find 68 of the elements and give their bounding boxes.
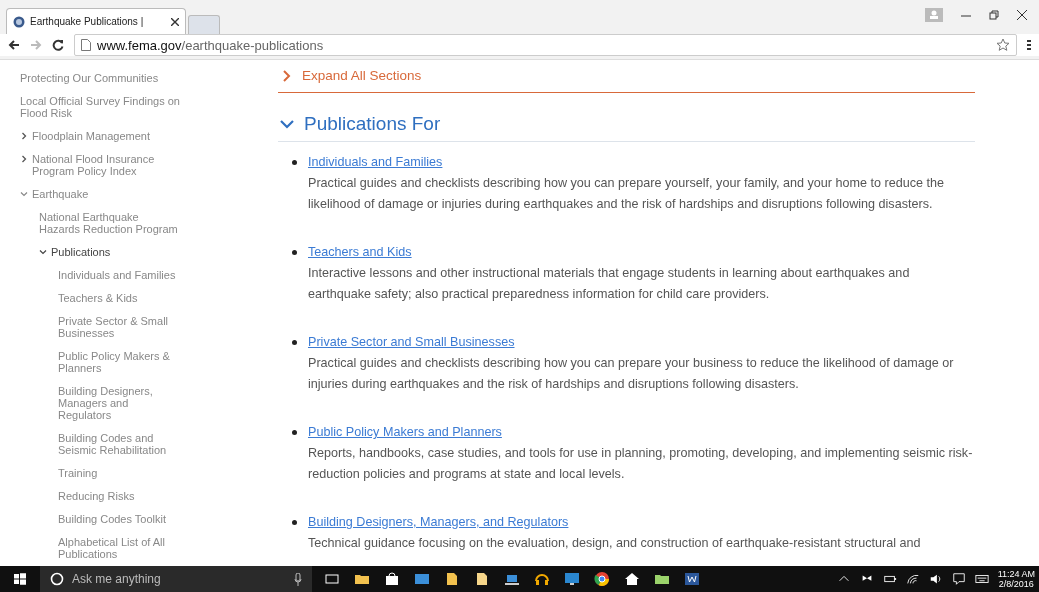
publication-description: Practical guides and checklists describing how you can prepare your business to reduce the likelihood of damage or injuries during earthquakes and the risk of hardships and disruptions following disasters. bbox=[308, 355, 955, 393]
bullet-icon bbox=[292, 430, 297, 435]
restore-icon[interactable] bbox=[989, 10, 999, 20]
bullet-icon bbox=[292, 160, 297, 165]
store-icon[interactable] bbox=[384, 571, 400, 587]
publication-link[interactable]: Teachers and Kids bbox=[308, 242, 412, 263]
bullet-icon bbox=[292, 340, 297, 345]
publication-link[interactable]: Building Designers, Managers, and Regulators bbox=[308, 512, 569, 533]
notification-icon[interactable] bbox=[951, 571, 966, 587]
sidebar-item[interactable]: National Earthquake Hazards Reduction Program bbox=[39, 211, 182, 235]
address-bar[interactable]: www.fema.gov/earthquake-publications bbox=[74, 34, 1017, 56]
sidebar-item[interactable]: Teachers & Kids bbox=[58, 292, 182, 304]
picture-frame-icon[interactable] bbox=[414, 571, 430, 587]
sidebar-item[interactable]: Publications bbox=[39, 246, 182, 258]
sidebar-item[interactable]: Floodplain Management bbox=[20, 130, 182, 142]
circle-icon bbox=[50, 572, 64, 586]
publication-link[interactable]: Private Sector and Small Businesses bbox=[308, 332, 515, 353]
chrome-icon[interactable] bbox=[594, 571, 610, 587]
sidebar-item[interactable]: Local Official Survey Findings on Flood Risk bbox=[20, 95, 182, 119]
sidebar-item[interactable]: Public Policy Makers & Planners bbox=[58, 350, 182, 374]
bullet-icon bbox=[292, 520, 297, 525]
sidebar-item[interactable]: Individuals and Families bbox=[58, 269, 182, 281]
sidebar-item[interactable]: Training bbox=[58, 467, 182, 479]
url-text: www.fema.gov/earthquake-publications bbox=[97, 37, 325, 53]
publication-link[interactable]: Individuals and Families bbox=[308, 152, 443, 173]
chevron-down-icon bbox=[39, 248, 47, 256]
clock[interactable]: 11:24 AM 2/8/2016 bbox=[997, 569, 1035, 589]
task-view-icon[interactable] bbox=[324, 571, 340, 587]
sidebar-item[interactable]: National Flood Insurance Program Policy Index bbox=[20, 153, 182, 177]
house-icon[interactable] bbox=[624, 571, 640, 587]
publication-description: Interactive lessons and other instructional materials that engage students in learning about earthquakes and earthquake safety; also practical preparedness information for child care providers. bbox=[308, 265, 911, 303]
chevron-right-icon bbox=[20, 155, 28, 163]
publication-link[interactable]: Public Policy Makers and Planners bbox=[308, 422, 502, 443]
sidebar-item[interactable]: Alphabetical List of All Publications bbox=[58, 536, 182, 560]
sidebar-item[interactable]: Protecting Our Communities bbox=[20, 72, 182, 84]
headphones-icon[interactable] bbox=[534, 571, 550, 587]
chevron-down-icon bbox=[280, 119, 294, 129]
expand-all-link[interactable]: Expand All Sections bbox=[278, 60, 975, 93]
globe-icon bbox=[13, 15, 25, 28]
back-icon[interactable] bbox=[8, 39, 20, 51]
publication-description: Reports, handbooks, case studies, and tools for use in planning, promoting, developing, and implementing seismic risk-reduction policies and programs at state and local levels. bbox=[308, 445, 974, 483]
taskbar-search-field[interactable]: Ask me anything bbox=[40, 566, 312, 592]
monitor-icon[interactable] bbox=[564, 571, 580, 587]
word-icon[interactable] bbox=[684, 571, 700, 587]
microphone-icon[interactable] bbox=[294, 572, 302, 586]
publication-description: Practical guides and checklists describing how you can prepare yourself, your family, and your home to reduce the likelihood of damage or injuries during earthquakes and the risk of hardships and disruptions following disasters. bbox=[308, 175, 946, 213]
menu-icon[interactable] bbox=[1027, 39, 1031, 51]
sidebar-item[interactable]: Building Designers, Managers and Regulators bbox=[58, 385, 182, 421]
sidebar-item[interactable]: Building Codes and Seismic Rehabilitation bbox=[58, 432, 182, 456]
document-icon[interactable] bbox=[444, 571, 460, 587]
publication-description: Technical guidance focusing on the evaluation, design, and construction of earthquake-resistant structural and bbox=[308, 535, 922, 552]
sidebar-item[interactable]: Private Sector & Small Businesses bbox=[58, 315, 182, 339]
star-icon[interactable] bbox=[996, 38, 1010, 52]
bullet-icon bbox=[292, 250, 297, 255]
document-icon[interactable] bbox=[474, 571, 490, 587]
sidebar-item[interactable]: Reducing Risks bbox=[58, 490, 182, 502]
reload-icon[interactable] bbox=[52, 39, 64, 51]
chevron-down-icon bbox=[20, 190, 28, 198]
section-heading[interactable]: Publications For bbox=[278, 113, 975, 142]
chevron-right-icon bbox=[282, 69, 292, 82]
chevron-right-icon bbox=[20, 132, 28, 140]
close-icon[interactable] bbox=[1017, 10, 1027, 20]
page-icon bbox=[81, 39, 91, 51]
tab-close-icon[interactable] bbox=[171, 17, 179, 26]
tab-title: Earthquake Publications | bbox=[30, 16, 145, 27]
sidebar-item[interactable]: Building Codes Toolkit bbox=[58, 513, 182, 525]
browser-tab[interactable]: Earthquake Publications | bbox=[6, 8, 186, 34]
sidebar-item[interactable]: Earthquake bbox=[20, 188, 182, 200]
